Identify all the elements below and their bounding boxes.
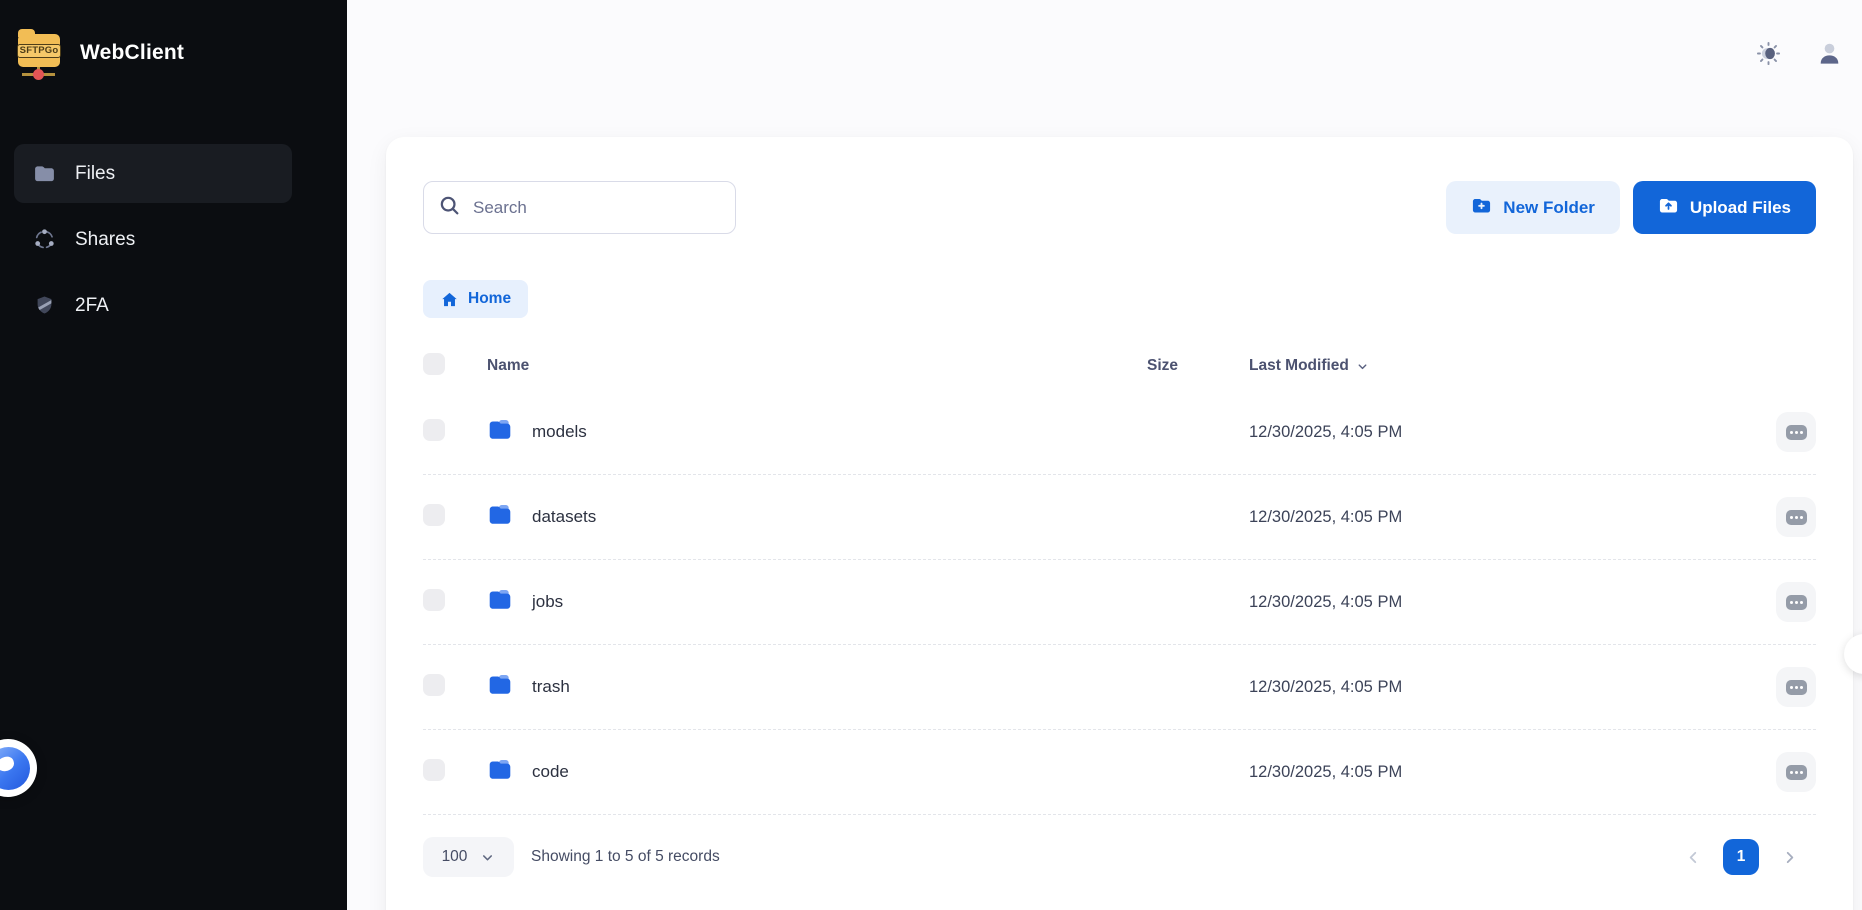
file-browser-card: New Folder Upload Files Home Name Size	[386, 137, 1853, 910]
sidebar-item-label: 2FA	[75, 295, 109, 317]
sidebar-item-label: Files	[75, 163, 115, 185]
sort-chevron-down-icon	[1356, 360, 1369, 373]
breadcrumb-home-label: Home	[468, 290, 511, 308]
logo-folder-icon: SFTPGo	[18, 34, 60, 67]
widget-blob	[0, 755, 15, 773]
chevron-down-icon	[480, 850, 495, 865]
sidebar: SFTPGo WebClient Files	[0, 0, 347, 910]
file-last-modified: 12/30/2025, 4:05 PM	[1249, 593, 1402, 612]
folder-icon	[487, 502, 513, 533]
chevron-left-icon	[1685, 849, 1702, 866]
row-actions-button[interactable]	[1776, 497, 1816, 537]
shield-icon	[32, 294, 56, 318]
search-box	[423, 181, 736, 234]
file-name[interactable]: datasets	[532, 507, 596, 527]
search-icon	[438, 194, 461, 222]
new-folder-label: New Folder	[1503, 198, 1595, 218]
user-menu-button[interactable]	[1815, 39, 1843, 67]
brand: SFTPGo WebClient	[0, 0, 347, 80]
webclient-screen: SFTPGo WebClient Files	[0, 0, 1862, 910]
file-last-modified: 12/30/2025, 4:05 PM	[1249, 423, 1402, 442]
file-last-modified: 12/30/2025, 4:05 PM	[1249, 508, 1402, 527]
theme-toggle-button[interactable]	[1754, 39, 1782, 67]
folder-plus-icon	[1471, 195, 1492, 221]
ellipsis-icon	[1786, 680, 1807, 695]
pagination-bar: 100 Showing 1 to 5 of 5 records 1	[423, 837, 1816, 877]
sidebar-item-label: Shares	[75, 229, 135, 251]
search-input[interactable]	[473, 198, 721, 218]
header-size: Size	[1147, 357, 1249, 375]
toolbar-actions: New Folder Upload Files	[1446, 181, 1816, 234]
row-checkbox[interactable]	[423, 589, 445, 611]
page-1-button[interactable]: 1	[1723, 839, 1759, 875]
folder-icon	[487, 417, 513, 448]
row-checkbox[interactable]	[423, 674, 445, 696]
logo-text: SFTPGo	[17, 44, 62, 58]
table-row[interactable]: trash 12/30/2025, 4:05 PM	[423, 645, 1816, 730]
upload-files-label: Upload Files	[1690, 198, 1791, 218]
sun-moon-icon	[1755, 40, 1782, 67]
header-last-modified[interactable]: Last Modified	[1249, 357, 1816, 375]
row-checkbox[interactable]	[423, 419, 445, 441]
widget-globe-icon	[0, 747, 30, 790]
select-all-checkbox[interactable]	[423, 353, 445, 375]
folder-icon	[487, 587, 513, 618]
header-name[interactable]: Name	[487, 357, 1147, 375]
sidebar-item-shares[interactable]: Shares	[14, 210, 292, 269]
folder-icon	[487, 757, 513, 788]
row-actions-button[interactable]	[1776, 412, 1816, 452]
table-row[interactable]: datasets 12/30/2025, 4:05 PM	[423, 475, 1816, 560]
row-actions-button[interactable]	[1776, 752, 1816, 792]
file-last-modified: 12/30/2025, 4:05 PM	[1249, 763, 1402, 782]
home-icon	[440, 290, 459, 309]
folder-icon	[487, 672, 513, 703]
app-title: WebClient	[80, 41, 184, 65]
toolbar: New Folder Upload Files	[423, 181, 1816, 234]
file-name[interactable]: models	[532, 422, 587, 442]
file-name[interactable]: trash	[532, 677, 570, 697]
records-summary: Showing 1 to 5 of 5 records	[531, 848, 720, 866]
ellipsis-icon	[1786, 510, 1807, 525]
new-folder-button[interactable]: New Folder	[1446, 181, 1620, 234]
header-last-modified-label: Last Modified	[1249, 357, 1349, 375]
row-actions-button[interactable]	[1776, 667, 1816, 707]
ellipsis-icon	[1786, 425, 1807, 440]
table-row[interactable]: models 12/30/2025, 4:05 PM	[423, 390, 1816, 475]
ellipsis-icon	[1786, 765, 1807, 780]
row-checkbox[interactable]	[423, 504, 445, 526]
ellipsis-icon	[1786, 595, 1807, 610]
next-page-button[interactable]	[1772, 840, 1806, 874]
page-size-value: 100	[442, 848, 468, 866]
sidebar-item-files[interactable]: Files	[14, 144, 292, 203]
share-network-icon	[32, 228, 56, 252]
sidebar-item-2fa[interactable]: 2FA	[14, 276, 292, 335]
folder-icon	[32, 162, 56, 186]
breadcrumb: Home	[423, 280, 1816, 318]
upload-files-button[interactable]: Upload Files	[1633, 181, 1816, 234]
table-row[interactable]: jobs 12/30/2025, 4:05 PM	[423, 560, 1816, 645]
file-last-modified: 12/30/2025, 4:05 PM	[1249, 678, 1402, 697]
chevron-right-icon	[1781, 849, 1798, 866]
breadcrumb-home[interactable]: Home	[423, 280, 528, 318]
floating-widget-button[interactable]	[0, 739, 37, 797]
file-name[interactable]: code	[532, 762, 569, 782]
sidebar-nav: Files Shares	[0, 144, 347, 342]
prev-page-button[interactable]	[1676, 840, 1710, 874]
table-row[interactable]: code 12/30/2025, 4:05 PM	[423, 730, 1816, 815]
sftpgo-logo-icon: SFTPGo	[16, 26, 62, 80]
page-size-select[interactable]: 100	[423, 837, 514, 877]
logo-node-dot	[33, 69, 44, 80]
row-checkbox[interactable]	[423, 759, 445, 781]
file-name[interactable]: jobs	[532, 592, 563, 612]
row-actions-button[interactable]	[1776, 582, 1816, 622]
table-header: Name Size Last Modified	[423, 342, 1816, 390]
user-icon	[1816, 40, 1843, 67]
folder-upload-icon	[1658, 195, 1679, 221]
